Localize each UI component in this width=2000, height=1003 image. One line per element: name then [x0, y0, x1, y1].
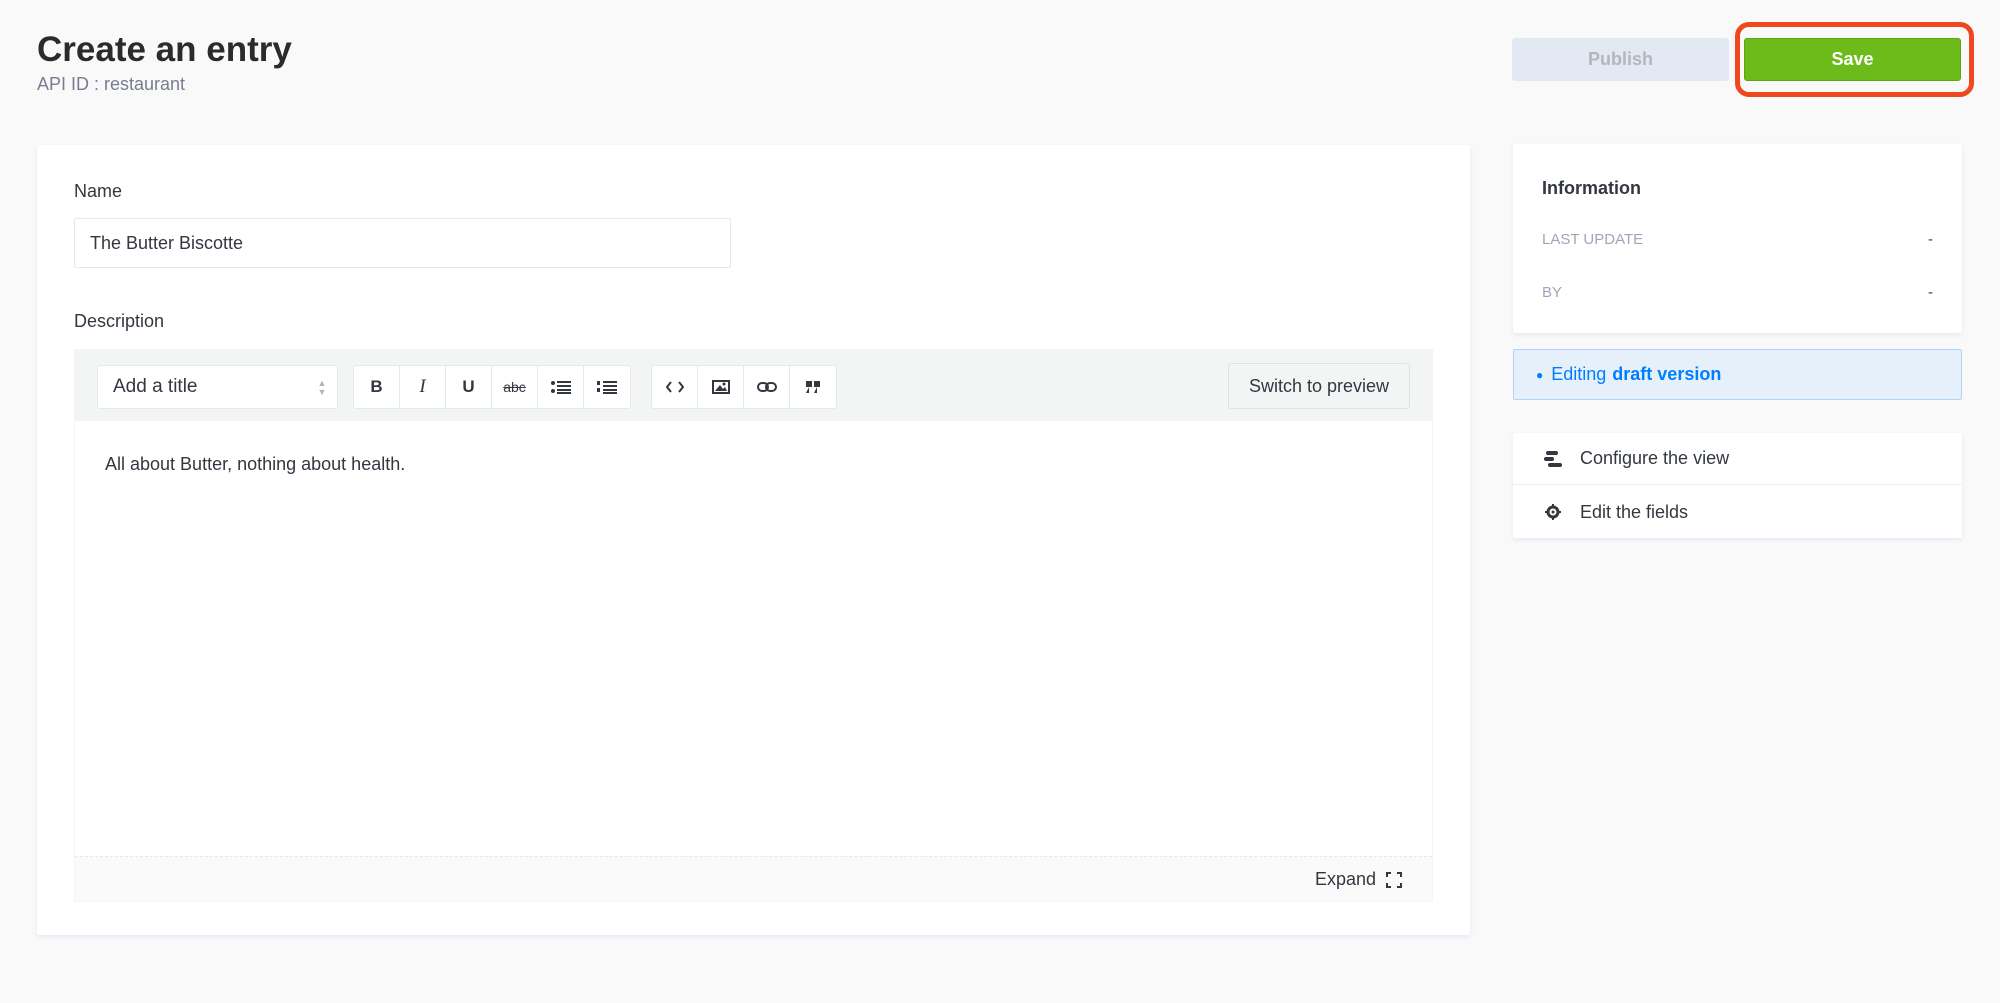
- last-update-value: -: [1928, 231, 1933, 248]
- save-button[interactable]: Save: [1744, 38, 1961, 81]
- bulleted-list-button[interactable]: [538, 366, 584, 408]
- heading-select[interactable]: Add a title ▲ ▼: [97, 365, 338, 409]
- by-row: BY -: [1542, 284, 1933, 301]
- image-icon: [711, 380, 730, 394]
- draft-prefix: Editing: [1551, 364, 1607, 384]
- edit-fields-link[interactable]: Edit the fields: [1513, 486, 1962, 538]
- editor-content[interactable]: All about Butter, nothing about health.: [105, 454, 405, 475]
- expand-button[interactable]: Expand: [1315, 869, 1402, 890]
- description-label: Description: [74, 311, 165, 331]
- strikethrough-button[interactable]: abc: [492, 366, 538, 408]
- code-button[interactable]: [652, 366, 698, 408]
- layout-icon: [1543, 450, 1563, 467]
- insert-button-group: [651, 365, 837, 409]
- last-update-label: LAST UPDATE: [1542, 231, 1644, 248]
- draft-version-banner: ● Editing draft version: [1513, 349, 1962, 400]
- by-label: BY: [1542, 284, 1563, 301]
- name-label: Name: [74, 181, 123, 201]
- link-button[interactable]: [744, 366, 790, 408]
- last-update-row: LAST UPDATE -: [1542, 231, 1933, 248]
- bullet-dot-icon: ●: [1536, 367, 1544, 382]
- underline-button[interactable]: U: [446, 366, 492, 408]
- information-title: Information: [1542, 178, 1641, 198]
- configure-view-link[interactable]: Configure the view: [1513, 433, 1962, 485]
- by-value: -: [1928, 284, 1933, 301]
- edit-fields-label: Edit the fields: [1580, 501, 1689, 522]
- publish-button[interactable]: Publish: [1512, 38, 1729, 81]
- expand-label: Expand: [1314, 869, 1376, 889]
- bulleted-list-icon: [550, 381, 571, 394]
- numbered-list-button[interactable]: [584, 366, 630, 408]
- entry-form-card: Name Description Add a title ▲▼ B I U: [37, 145, 1470, 935]
- information-card: Information LAST UPDATE - BY -: [1513, 144, 1962, 333]
- api-id-subtitle: API ID : restaurant: [37, 74, 186, 94]
- page: Create an entry API ID : restaurant Publ…: [0, 0, 2000, 1003]
- quote-icon: [806, 381, 820, 393]
- heading-select-value: Add a title: [113, 376, 198, 397]
- page-title: Create an entry: [37, 30, 292, 69]
- bold-icon: B: [370, 377, 383, 396]
- italic-button[interactable]: I: [400, 366, 446, 408]
- editor-toolbar: Add a title ▲ ▼ B I U abc Switch to prev…: [75, 350, 1432, 421]
- expand-icon: [1386, 871, 1402, 888]
- quote-button[interactable]: [790, 366, 836, 408]
- bold-button[interactable]: B: [354, 366, 400, 408]
- select-arrows-icon: ▲ ▼: [317, 378, 327, 397]
- name-input[interactable]: [74, 218, 731, 268]
- view-links-card: Configure the view Edit the fields: [1513, 433, 1962, 538]
- gear-icon: [1543, 504, 1563, 520]
- wysiwyg-editor: Add a title ▲ ▼ B I U abc Switch to prev…: [74, 349, 1433, 902]
- underline-icon: U: [462, 377, 475, 396]
- numbered-list-icon: [597, 381, 617, 394]
- switch-to-preview-button[interactable]: Switch to preview: [1228, 363, 1410, 409]
- italic-icon: I: [419, 376, 426, 397]
- format-button-group: B I U abc: [353, 365, 631, 409]
- link-icon: [756, 382, 777, 392]
- code-icon: [665, 381, 684, 393]
- editor-footer: Expand: [75, 856, 1432, 901]
- image-button[interactable]: [698, 366, 744, 408]
- strikethrough-icon: abc: [503, 379, 526, 395]
- configure-view-label: Configure the view: [1580, 448, 1730, 468]
- draft-emphasis: draft version: [1612, 364, 1722, 384]
